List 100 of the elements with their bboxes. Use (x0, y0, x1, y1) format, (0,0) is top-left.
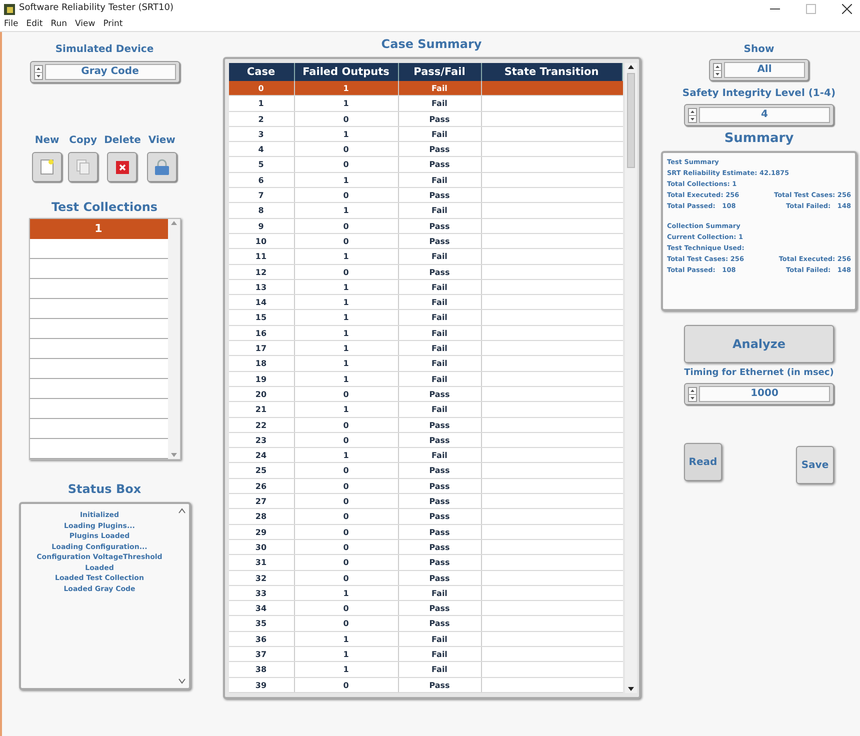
table-row[interactable]: 4 0 Pass (228, 142, 622, 158)
failed-outputs-cell: 1 (294, 402, 398, 417)
table-row[interactable]: 1 1 Fail (228, 96, 622, 112)
case-cell: 7 (228, 188, 294, 202)
table-row[interactable]: 37 1 Fail (228, 646, 622, 662)
copy-icon (76, 159, 90, 175)
pass-fail-cell: Fail (398, 586, 482, 600)
empty-list-row[interactable] (30, 299, 168, 319)
scrollbar[interactable] (624, 63, 636, 693)
menu-item[interactable]: Edit (26, 18, 43, 31)
timing-field[interactable]: 1000 (684, 383, 834, 405)
table-row[interactable]: 9 0 Pass (228, 218, 622, 234)
empty-list-row[interactable] (30, 279, 168, 299)
table-row[interactable]: 39 0 Pass (228, 678, 622, 693)
close-icon[interactable] (842, 4, 852, 14)
action-button[interactable] (32, 152, 62, 182)
table-row[interactable]: 18 1 Fail (228, 356, 622, 372)
table-row[interactable]: 20 0 Pass (228, 386, 622, 402)
empty-list-row[interactable] (30, 399, 168, 419)
pass-fail-cell: Fail (398, 295, 482, 310)
spinner-arrows-icon[interactable] (713, 62, 722, 78)
scroll-up-icon[interactable] (626, 63, 634, 71)
scroll-thumb[interactable] (626, 73, 634, 168)
menu-item[interactable]: Print (103, 18, 123, 31)
failed-outputs-cell: 0 (294, 157, 398, 172)
failed-outputs-cell: 1 (294, 662, 398, 677)
pass-fail-cell: Fail (398, 203, 482, 218)
action-button[interactable] (146, 152, 177, 182)
case-cell: 18 (228, 356, 294, 371)
table-row[interactable]: 21 1 Fail (228, 402, 622, 418)
status-box-title: Status Box (68, 481, 142, 498)
table-row[interactable]: 23 0 Pass (228, 432, 622, 448)
scroll-down-icon[interactable] (626, 684, 634, 693)
case-cell: 37 (228, 646, 294, 662)
table-row[interactable]: 32 0 Pass (228, 570, 622, 586)
table-row[interactable]: 0 1 Fail (228, 81, 622, 96)
table-row[interactable]: 17 1 Fail (228, 341, 622, 356)
analyze-button[interactable]: Analyze (684, 324, 834, 362)
table-row[interactable]: 38 1 Fail (228, 662, 622, 678)
table-row[interactable]: 13 1 Fail (228, 280, 622, 296)
table-row[interactable]: 27 0 Pass (228, 494, 622, 510)
table-row[interactable]: 31 0 Pass (228, 555, 622, 570)
table-row[interactable]: 30 0 Pass (228, 540, 622, 556)
safety-level-selector[interactable]: 4 (684, 104, 834, 126)
table-row[interactable]: 10 0 Pass (228, 234, 622, 250)
table-row[interactable]: 5 0 Pass (228, 157, 622, 173)
table-row[interactable]: 24 1 Fail (228, 448, 622, 464)
spinner-arrows-icon[interactable] (688, 386, 697, 402)
table-row[interactable]: 35 0 Pass (228, 616, 622, 632)
empty-list-row[interactable] (30, 379, 168, 399)
table-row[interactable]: 14 1 Fail (228, 295, 622, 310)
spinner-arrows-icon[interactable] (34, 64, 42, 80)
empty-list-row[interactable] (30, 339, 168, 359)
show-selector[interactable]: All (709, 59, 809, 81)
table-row[interactable]: 16 1 Fail (228, 326, 622, 342)
empty-list-row[interactable] (30, 359, 168, 379)
table-row[interactable]: 6 1 Fail (228, 172, 622, 188)
table-row[interactable]: 15 1 Fail (228, 310, 622, 326)
maximize-icon[interactable] (806, 4, 816, 14)
failed-outputs-cell: 1 (294, 280, 398, 294)
table-row[interactable]: 29 0 Pass (228, 524, 622, 540)
empty-list-row[interactable] (30, 439, 168, 459)
action-label: New (34, 134, 60, 148)
collection-item[interactable]: 1 (30, 219, 168, 239)
table-row[interactable]: 22 0 Pass (228, 418, 622, 433)
action-button[interactable] (68, 152, 98, 182)
menu-item[interactable]: Run (50, 18, 68, 31)
table-row[interactable]: 2 0 Pass (228, 112, 622, 127)
table-row[interactable]: 34 0 Pass (228, 601, 622, 616)
action-button[interactable] (107, 152, 138, 182)
table-row[interactable]: 36 1 Fail (228, 632, 622, 647)
pass-fail-cell: Fail (398, 632, 482, 646)
empty-list-row[interactable] (30, 239, 168, 259)
spinner-arrows-icon[interactable] (688, 108, 697, 122)
menu-item[interactable]: File (4, 18, 18, 31)
failed-outputs-cell: 0 (294, 264, 398, 279)
table-row[interactable]: 12 0 Pass (228, 264, 622, 280)
read-button[interactable]: Read (684, 443, 722, 481)
empty-list-row[interactable] (30, 319, 168, 339)
table-row[interactable]: 33 1 Fail (228, 586, 622, 602)
simulated-device-selector[interactable]: Gray Code (30, 61, 180, 83)
failed-outputs-cell: 1 (294, 341, 398, 356)
empty-list-row[interactable] (30, 419, 168, 439)
table-row[interactable]: 3 1 Fail (228, 126, 622, 142)
table-row[interactable]: 7 0 Pass (228, 188, 622, 204)
table-row[interactable]: 11 1 Fail (228, 249, 622, 265)
save-button[interactable]: Save (796, 446, 834, 484)
empty-list-row[interactable] (30, 259, 168, 279)
failed-outputs-cell: 1 (294, 295, 398, 310)
case-cell: 9 (228, 218, 294, 233)
table-row[interactable]: 19 1 Fail (228, 372, 622, 387)
case-cell: 11 (228, 249, 294, 264)
case-cell: 13 (228, 280, 294, 294)
table-row[interactable]: 8 1 Fail (228, 203, 622, 219)
table-row[interactable]: 26 0 Pass (228, 478, 622, 494)
app-icon (4, 4, 15, 14)
menu-item[interactable]: View (75, 18, 96, 31)
table-row[interactable]: 25 0 Pass (228, 463, 622, 479)
failed-outputs-cell: 1 (294, 126, 398, 142)
table-row[interactable]: 28 0 Pass (228, 509, 622, 525)
